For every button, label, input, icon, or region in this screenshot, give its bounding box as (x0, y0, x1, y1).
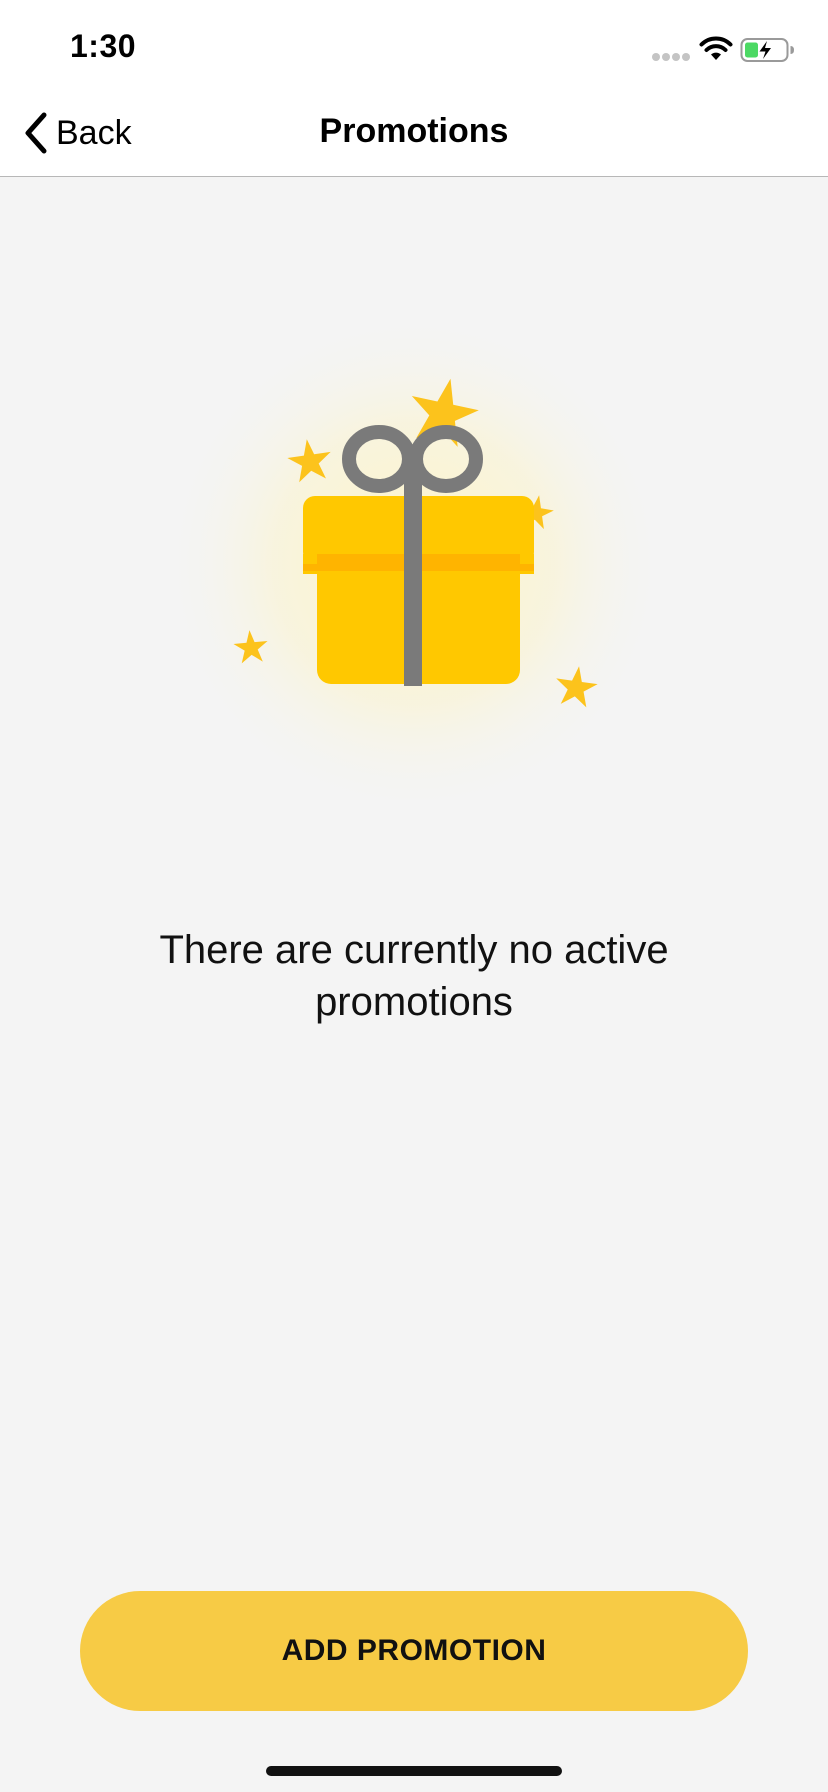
gift-illustration (160, 310, 668, 818)
empty-state-message: There are currently no active promotions (159, 928, 669, 1024)
navigation-bar: Back Promotions (0, 92, 828, 177)
home-indicator[interactable] (266, 1766, 562, 1776)
page-title: Promotions (319, 112, 509, 150)
wifi-icon (699, 36, 733, 60)
status-time: 1:30 (70, 28, 137, 64)
add-promotion-button[interactable]: ADD PROMOTION (80, 1591, 748, 1711)
status-bar: 1:30 (0, 0, 828, 92)
signal-dots-icon (652, 53, 692, 61)
battery-charging-icon (740, 38, 794, 62)
